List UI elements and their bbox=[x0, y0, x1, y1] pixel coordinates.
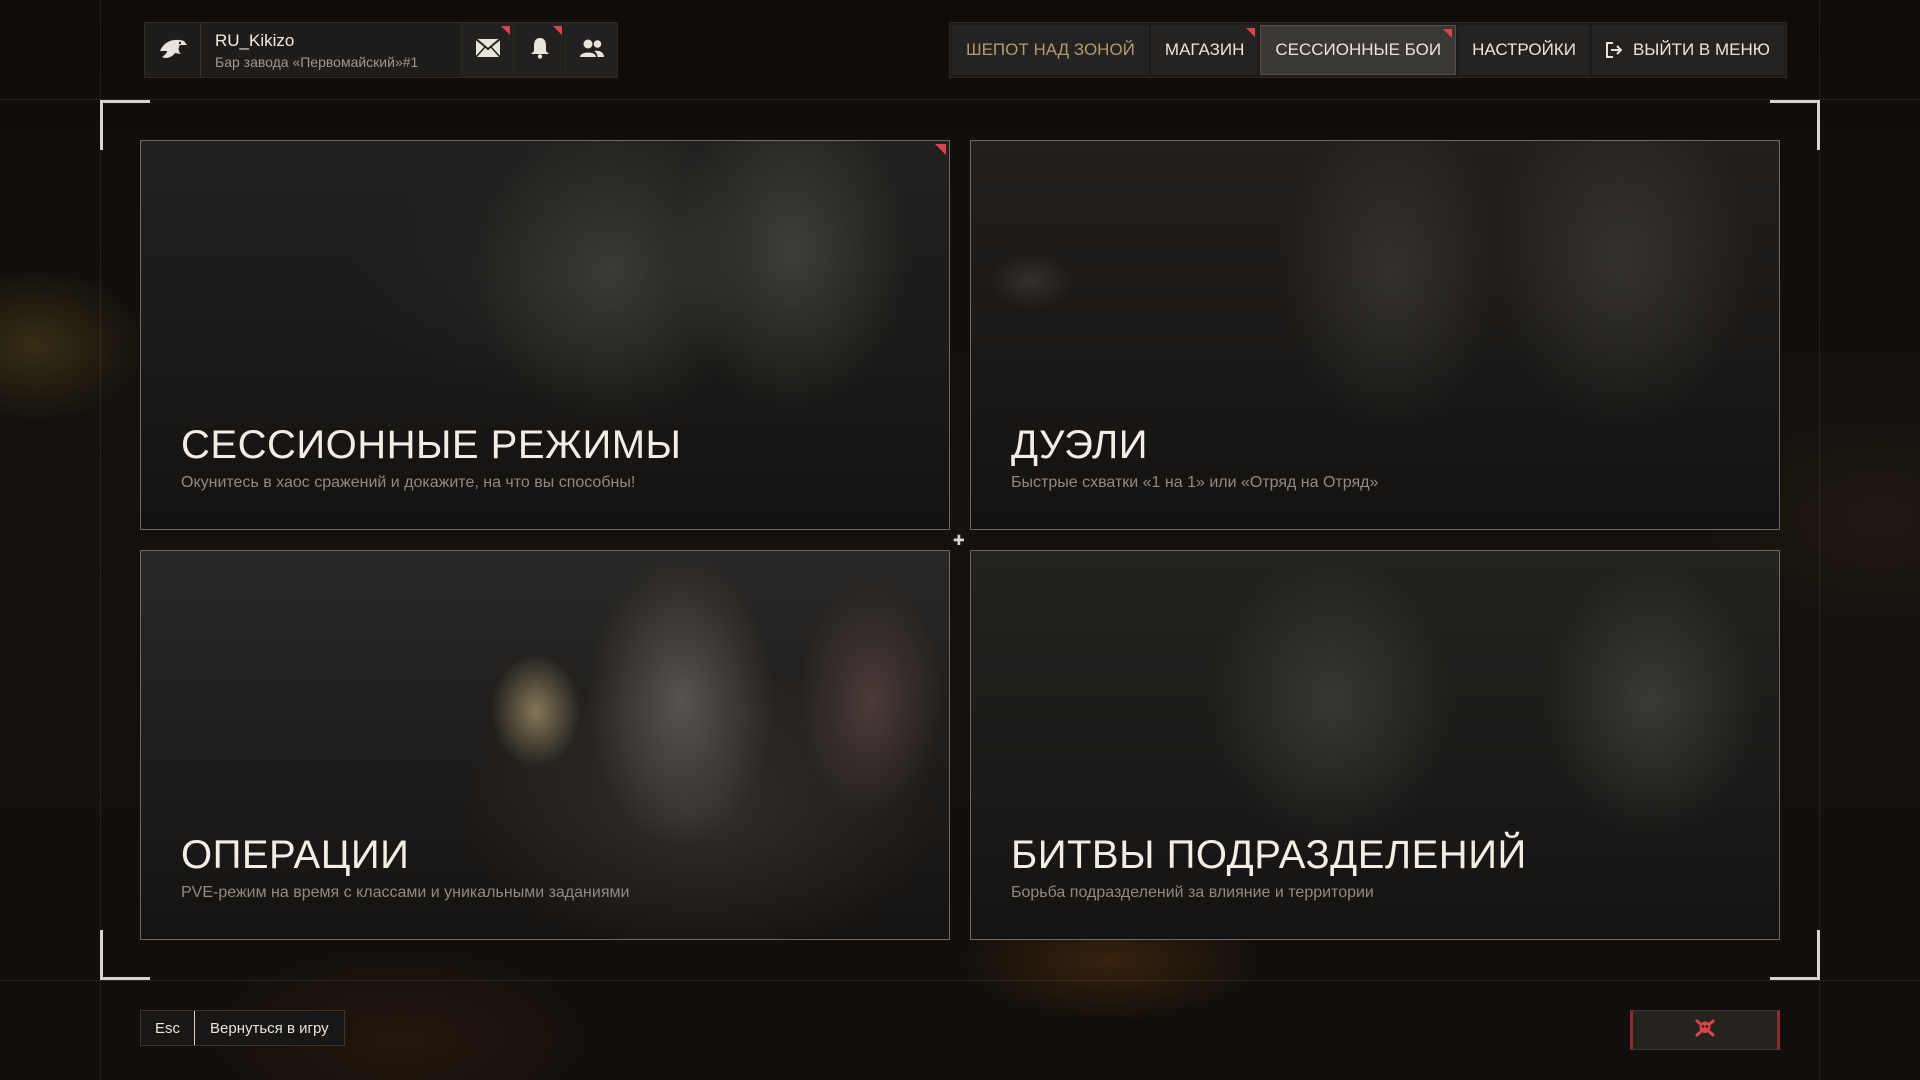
notifications-button[interactable] bbox=[513, 23, 565, 77]
back-to-game-label: Вернуться в игру bbox=[210, 1019, 329, 1037]
nav-label: НАСТРОЙКИ bbox=[1472, 40, 1576, 59]
card-corner-tl bbox=[141, 551, 146, 556]
skull-crossbones-icon bbox=[1694, 1018, 1716, 1043]
card-description: Окунитесь в хаос сражений и докажите, на… bbox=[181, 474, 636, 491]
card-corner-br bbox=[944, 524, 949, 529]
card-background-image bbox=[971, 551, 1779, 939]
mode-card-duels[interactable]: ДУЭЛИ Быстрые схватки «1 на 1» или «Отря… bbox=[970, 140, 1780, 530]
profile-info[interactable]: RU_Kikizo Бар завода «Первомайский»#1 bbox=[201, 23, 461, 77]
nav-label: МАГАЗИН bbox=[1164, 40, 1245, 59]
mode-card-session-modes[interactable]: СЕССИОННЫЕ РЕЖИМЫ Окунитесь в хаос сраже… bbox=[140, 140, 950, 530]
card-title: ДУЭЛИ bbox=[1011, 423, 1148, 467]
mail-icon bbox=[474, 37, 501, 63]
friends-button[interactable] bbox=[565, 23, 617, 77]
card-corner-tr bbox=[1774, 141, 1779, 146]
bell-icon bbox=[530, 37, 550, 64]
nav-item-whisper-over-zone[interactable]: ШЕПОТ НАД ЗОНОЙ bbox=[952, 25, 1149, 75]
card-background-image bbox=[971, 141, 1779, 529]
nav-item-exit-to-menu[interactable]: ВЫЙТИ В МЕНЮ bbox=[1591, 25, 1784, 75]
top-navigation: ШЕПОТ НАД ЗОНОЙ МАГАЗИН СЕССИОННЫЕ БОИ Н… bbox=[949, 22, 1787, 78]
friends-icon bbox=[579, 38, 605, 63]
nav-label: ШЕПОТ НАД ЗОНОЙ bbox=[966, 40, 1135, 59]
card-corner-tr bbox=[1774, 551, 1779, 556]
card-corner-bl bbox=[141, 934, 146, 939]
exit-icon bbox=[1605, 42, 1624, 58]
eagle-logo-icon[interactable] bbox=[145, 23, 201, 77]
nav-notification-mark bbox=[1443, 29, 1453, 38]
nav-item-settings[interactable]: НАСТРОЙКИ bbox=[1458, 25, 1590, 75]
card-title: СЕССИОННЫЕ РЕЖИМЫ bbox=[181, 423, 682, 467]
card-corner-br bbox=[944, 934, 949, 939]
card-description: Быстрые схватки «1 на 1» или «Отряд на О… bbox=[1011, 474, 1379, 491]
card-background-image bbox=[141, 551, 949, 939]
card-description: PVE-режим на время с классами и уникальн… bbox=[181, 884, 630, 901]
nav-label: СЕССИОННЫЕ БОИ bbox=[1275, 40, 1442, 59]
card-title: ОПЕРАЦИИ bbox=[181, 833, 410, 877]
bell-notification-mark bbox=[553, 26, 562, 35]
esc-key-hint: Esc bbox=[141, 1011, 196, 1045]
card-corner-tr bbox=[944, 551, 949, 556]
card-corner-tl bbox=[971, 141, 976, 146]
card-description: Борьба подразделений за влияние и террит… bbox=[1011, 884, 1374, 901]
card-corner-bl bbox=[141, 524, 146, 529]
frame-line-right bbox=[1819, 0, 1820, 1080]
mail-button[interactable] bbox=[461, 23, 513, 77]
card-corner-br bbox=[1774, 934, 1779, 939]
player-profile: RU_Kikizo Бар завода «Первомайский»#1 bbox=[144, 22, 618, 78]
mail-notification-mark bbox=[501, 26, 510, 35]
card-new-mark bbox=[935, 144, 946, 155]
card-corner-bl bbox=[971, 934, 976, 939]
grid-center-plus-icon: ✚ bbox=[953, 532, 965, 548]
nav-item-shop[interactable]: МАГАЗИН bbox=[1150, 25, 1259, 75]
card-corner-bl bbox=[971, 524, 976, 529]
profile-location: Бар завода «Первомайский»#1 bbox=[215, 53, 419, 70]
mode-card-operations[interactable]: ОПЕРАЦИИ PVE-режим на время с классами и… bbox=[140, 550, 950, 940]
back-to-game-button[interactable]: Esc Вернуться в игру bbox=[140, 1010, 345, 1046]
report-button[interactable] bbox=[1630, 1010, 1780, 1050]
frame-line-bottom bbox=[0, 980, 1920, 981]
card-background-image bbox=[141, 141, 949, 529]
nav-item-session-battles[interactable]: СЕССИОННЫЕ БОИ bbox=[1260, 25, 1457, 75]
mode-card-unit-battles[interactable]: БИТВЫ ПОДРАЗДЕЛЕНИЙ Борьба подразделений… bbox=[970, 550, 1780, 940]
card-corner-tl bbox=[971, 551, 976, 556]
nav-notification-mark bbox=[1246, 28, 1256, 37]
card-title: БИТВЫ ПОДРАЗДЕЛЕНИЙ bbox=[1011, 833, 1527, 877]
card-corner-tl bbox=[141, 141, 146, 146]
card-corner-br bbox=[1774, 524, 1779, 529]
profile-username: RU_Kikizo bbox=[215, 30, 295, 50]
frame-line-top bbox=[0, 99, 1920, 100]
frame-line-left bbox=[100, 0, 101, 1080]
nav-label: ВЫЙТИ В МЕНЮ bbox=[1632, 40, 1770, 59]
